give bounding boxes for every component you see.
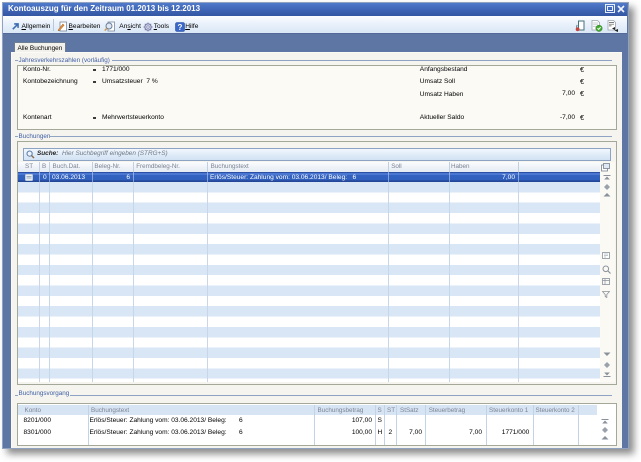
svg-text:?: ? [177,22,182,31]
